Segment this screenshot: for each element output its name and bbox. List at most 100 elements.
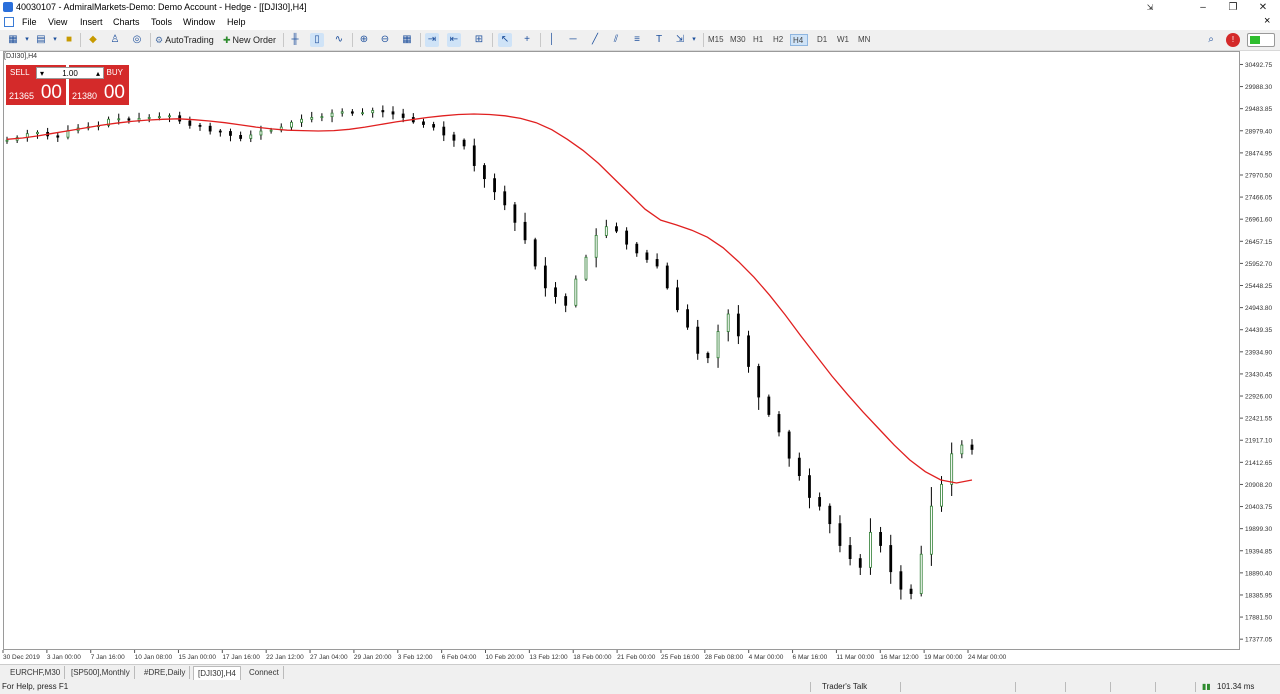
navigator-icon[interactable]: ◆: [86, 33, 100, 47]
fibonacci-icon[interactable]: ≡: [630, 33, 644, 47]
chart-shift-icon[interactable]: ⇤: [447, 33, 461, 47]
tf-m15[interactable]: M15: [706, 34, 726, 46]
toolbar-separator: [352, 33, 353, 47]
menu-view[interactable]: View: [48, 17, 67, 27]
candle-body: [777, 414, 781, 433]
tab-sp500[interactable]: [SP500],Monthly: [67, 666, 135, 679]
chart-symbol-label: [DJI30],H4: [4, 53, 38, 60]
price-label: 18385.95: [1245, 592, 1272, 599]
cursor-icon[interactable]: ↖: [498, 33, 512, 47]
price-chart[interactable]: [4, 52, 1239, 649]
tf-w1[interactable]: W1: [835, 34, 851, 46]
line-chart-icon[interactable]: ∿: [332, 33, 346, 47]
maximize-button[interactable]: ❐: [1218, 1, 1248, 14]
time-label: 3 Feb 12:00: [398, 654, 433, 661]
tile-windows-icon[interactable]: ▦: [400, 33, 414, 47]
close-chart-icon[interactable]: ×: [1264, 15, 1270, 27]
tf-mn[interactable]: MN: [856, 34, 872, 46]
menu-tools[interactable]: Tools: [151, 17, 172, 27]
chart-window[interactable]: [3, 51, 1240, 650]
crosshair-icon[interactable]: +: [520, 33, 534, 47]
candle-body: [239, 135, 243, 139]
new-order-button[interactable]: ✚ New Order: [223, 33, 279, 47]
zoom-in-icon[interactable]: ⊕: [357, 33, 371, 47]
menu-file[interactable]: File: [22, 17, 37, 27]
tf-d1[interactable]: D1: [815, 34, 829, 46]
lot-decrease-icon[interactable]: ▾: [40, 68, 44, 79]
price-label: 25952.70: [1245, 261, 1272, 268]
status-separator: [1065, 682, 1066, 692]
tab-dre[interactable]: #DRE,Daily: [140, 666, 191, 679]
terminal-icon[interactable]: ♙: [108, 33, 122, 47]
candle-body: [188, 120, 192, 126]
candlestick-chart-icon[interactable]: ▯: [310, 33, 324, 47]
bar-chart-icon[interactable]: ╫: [288, 33, 302, 47]
time-label: 11 Mar 00:00: [836, 654, 874, 661]
arrows-icon[interactable]: ⇲: [673, 33, 687, 47]
app-icon: [3, 2, 13, 12]
price-label: 23430.45: [1245, 371, 1272, 378]
candle-body: [554, 287, 557, 297]
tf-h2[interactable]: H2: [771, 34, 785, 46]
menu-insert[interactable]: Insert: [80, 17, 103, 27]
price-label: 24439.35: [1245, 327, 1272, 334]
candle-body: [462, 139, 466, 147]
toolbar-separator: [150, 33, 151, 47]
candle-body: [706, 352, 710, 359]
close-button[interactable]: ✕: [1248, 1, 1278, 14]
candle-body: [442, 126, 446, 136]
candle-body: [523, 221, 527, 241]
lot-size-field[interactable]: ▾ 1.00 ▴: [36, 67, 104, 79]
profiles-icon[interactable]: ▤: [34, 33, 48, 47]
lot-increase-icon[interactable]: ▴: [96, 68, 100, 79]
autotrading-button[interactable]: ⚙ AutoTrading: [155, 33, 217, 47]
new-chart-icon[interactable]: ▦: [6, 33, 20, 47]
toolbar: ▦ ▾ ▤ ▾ ■ ◆ ♙ ◎ ⚙ AutoTrading ✚ New Orde…: [0, 30, 1280, 51]
equidistant-channel-icon[interactable]: ⫽: [609, 33, 623, 47]
indicators-icon[interactable]: ⊞: [472, 33, 486, 47]
vertical-line-icon[interactable]: │: [545, 33, 559, 47]
candle-body: [899, 571, 903, 590]
price-label: 25448.25: [1245, 283, 1272, 290]
toolbar-separator: [80, 33, 81, 47]
candle-body: [361, 112, 364, 115]
candle-body: [36, 131, 39, 135]
time-label: 6 Mar 16:00: [793, 654, 828, 661]
candle-body: [635, 243, 639, 254]
profiles-dropdown-icon[interactable]: ▾: [48, 33, 62, 47]
connection-signal-icon[interactable]: [1247, 33, 1275, 47]
trendline-icon[interactable]: ╱: [588, 33, 602, 47]
tab-connect[interactable]: Connect: [245, 666, 284, 679]
time-label: 10 Feb 20:00: [486, 654, 525, 661]
zoom-out-icon[interactable]: ⊖: [378, 33, 392, 47]
tf-m30[interactable]: M30: [728, 34, 748, 46]
market-watch-icon[interactable]: ■: [62, 33, 76, 47]
menu-help[interactable]: Help: [227, 17, 246, 27]
status-bar: For Help, press F1 Trader's Talk ▮▮ 101.…: [0, 680, 1280, 694]
auto-scroll-icon[interactable]: ⇥: [425, 33, 439, 47]
arrows-dropdown-icon[interactable]: ▾: [687, 33, 701, 47]
tf-h4[interactable]: H4: [790, 34, 808, 46]
candle-body: [625, 230, 629, 245]
menu-charts[interactable]: Charts: [113, 17, 140, 27]
price-axis[interactable]: 30492.75 29988.30 29483.85 28979.40 28474.95…: [1240, 51, 1280, 650]
time-axis[interactable]: 30 Dec 2019 3 Jan 00:00 7 Jan 16:00 10 Jan …: [0, 650, 1240, 662]
restore-window-icon[interactable]: ⇲: [1135, 1, 1165, 14]
chart-tabs: EURCHF,M30 [SP500],Monthly #DRE,Daily [D…: [0, 664, 1280, 681]
status-separator: [1195, 682, 1196, 692]
title-bar: 40030107 - AdmiralMarkets-Demo: Demo Acc…: [0, 0, 1280, 15]
strategy-tester-icon[interactable]: ◎: [130, 33, 144, 47]
time-label: 17 Jan 16:00: [222, 654, 260, 661]
menu-window[interactable]: Window: [183, 17, 215, 27]
text-icon[interactable]: T: [652, 33, 666, 47]
notifications-icon[interactable]: !: [1226, 33, 1240, 47]
tab-eurchf[interactable]: EURCHF,M30: [6, 666, 66, 679]
new-chart-dropdown-icon[interactable]: ▾: [20, 33, 34, 47]
candle-body: [513, 204, 517, 223]
horizontal-line-icon[interactable]: ─: [566, 33, 580, 47]
candle-body: [808, 475, 811, 498]
tf-h1[interactable]: H1: [751, 34, 765, 46]
search-icon[interactable]: ⌕: [1204, 33, 1218, 47]
tab-dji30[interactable]: [DJI30],H4: [193, 666, 241, 681]
minimize-button[interactable]: –: [1188, 1, 1218, 14]
